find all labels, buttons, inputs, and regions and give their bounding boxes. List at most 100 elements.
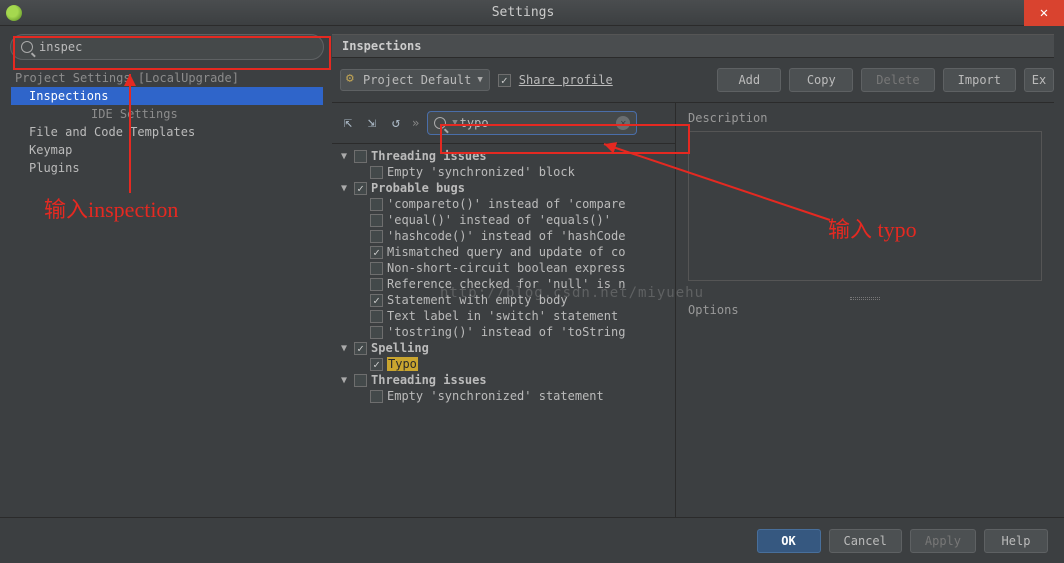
add-button[interactable]: Add	[717, 68, 781, 92]
inspection-label: Spelling	[371, 341, 429, 355]
inspection-label: Reference checked for 'null' is n	[387, 277, 625, 291]
inspection-row[interactable]: ▶Statement with empty body	[332, 292, 675, 308]
inspections-tree[interactable]: ▼ Threading issues▶Empty 'synchronized' b…	[332, 144, 675, 517]
inspection-label: 'hashcode()' instead of 'hashCode	[387, 229, 625, 243]
expand-arrow-icon[interactable]: ▼	[338, 151, 350, 162]
ok-button[interactable]: OK	[757, 529, 821, 553]
inspection-row[interactable]: ▶Mismatched query and update of co	[332, 244, 675, 260]
inspection-row[interactable]: ▼ Threading issues	[332, 148, 675, 164]
inspection-row[interactable]: ▶Typo	[332, 356, 675, 372]
app-icon	[6, 5, 22, 21]
inspection-checkbox[interactable]	[370, 310, 383, 323]
dialog-footer: OK Cancel Apply Help	[0, 517, 1064, 563]
expand-arrow-icon[interactable]: ▼	[338, 343, 350, 354]
sidebar-search[interactable]	[10, 34, 324, 60]
inspection-label: Threading issues	[371, 149, 487, 163]
inspection-label: 'equal()' instead of 'equals()'	[387, 213, 611, 227]
sidebar: Project Settings [LocalUpgrade] Inspecti…	[10, 34, 324, 517]
expand-arrow-icon[interactable]: ▼	[338, 183, 350, 194]
inspection-checkbox[interactable]	[370, 358, 383, 371]
main-body: ⇱ ⇲ ↺ » ▼ ✕ ▼Threading issues▶Empty 'syn…	[332, 103, 1054, 517]
inspection-checkbox[interactable]	[370, 278, 383, 291]
inspection-checkbox[interactable]	[370, 294, 383, 307]
search-icon	[21, 41, 33, 53]
reset-icon[interactable]: ↺	[388, 115, 404, 131]
details-panel: Description Options	[676, 103, 1054, 517]
inspection-row[interactable]: ▶Non-short-circuit boolean express	[332, 260, 675, 276]
inspection-label: Empty 'synchronized' block	[387, 165, 575, 179]
description-label: Description	[688, 111, 1042, 125]
inspection-label: Probable bugs	[371, 181, 465, 195]
tree-group-ide: IDE Settings	[11, 105, 323, 123]
apply-button[interactable]: Apply	[910, 529, 976, 553]
inspection-label: Empty 'synchronized' statement	[387, 389, 604, 403]
inspection-checkbox[interactable]	[370, 198, 383, 211]
delete-button[interactable]: Delete	[861, 68, 934, 92]
inspection-checkbox[interactable]	[354, 150, 367, 163]
copy-button[interactable]: Copy	[789, 68, 853, 92]
collapse-all-icon[interactable]: ⇲	[364, 115, 380, 131]
inspection-row[interactable]: ▶'compareto()' instead of 'compare	[332, 196, 675, 212]
import-button[interactable]: Import	[943, 68, 1016, 92]
search-icon	[434, 117, 446, 129]
inspection-row[interactable]: ▶Empty 'synchronized' statement	[332, 388, 675, 404]
share-checkbox[interactable]	[498, 74, 511, 87]
profile-selector[interactable]: Project Default ▼	[340, 69, 490, 91]
tree-group-header: Project Settings [LocalUpgrade]	[11, 69, 323, 87]
inspection-checkbox[interactable]	[370, 390, 383, 403]
inspection-row[interactable]: ▶Empty 'synchronized' block	[332, 164, 675, 180]
inspection-label: 'tostring()' instead of 'toString	[387, 325, 625, 339]
cancel-button[interactable]: Cancel	[829, 529, 902, 553]
inspection-row[interactable]: ▼Threading issues	[332, 372, 675, 388]
inspection-checkbox[interactable]	[370, 326, 383, 339]
inspection-checkbox[interactable]	[354, 374, 367, 387]
separator-icon: »	[412, 116, 419, 130]
tree-item-templates[interactable]: File and Code Templates	[11, 123, 323, 141]
clear-search-icon[interactable]: ✕	[616, 116, 630, 130]
tree-item-keymap[interactable]: Keymap	[11, 141, 323, 159]
export-button[interactable]: Ex	[1024, 68, 1054, 92]
inspection-search-input[interactable]	[460, 116, 617, 130]
inspection-label: Text label in 'switch' statement	[387, 309, 618, 323]
inspection-label: Statement with empty body	[387, 293, 568, 307]
window-close-button[interactable]: ✕	[1024, 0, 1064, 26]
settings-tree[interactable]: Project Settings [LocalUpgrade] Inspecti…	[10, 68, 324, 517]
filter-chevron-icon[interactable]: ▼	[452, 118, 457, 128]
tree-item-inspections[interactable]: Inspections	[11, 87, 323, 105]
tree-item-plugins[interactable]: Plugins	[11, 159, 323, 177]
inspection-row[interactable]: ▼ Spelling	[332, 340, 675, 356]
main-panel: Inspections Project Default ▼ Share prof…	[332, 34, 1054, 517]
inspections-toolbar: ⇱ ⇲ ↺ » ▼ ✕	[332, 103, 675, 144]
splitter[interactable]	[688, 295, 1042, 301]
expand-all-icon[interactable]: ⇱	[340, 115, 356, 131]
inspection-checkbox[interactable]	[370, 230, 383, 243]
help-button[interactable]: Help	[984, 529, 1048, 553]
inspection-checkbox[interactable]	[370, 166, 383, 179]
inspection-label: Non-short-circuit boolean express	[387, 261, 625, 275]
inspection-search[interactable]: ▼ ✕	[427, 111, 637, 135]
inspection-row[interactable]: ▶Text label in 'switch' statement	[332, 308, 675, 324]
options-label: Options	[688, 303, 1042, 317]
inspection-row[interactable]: ▼ Probable bugs	[332, 180, 675, 196]
inspection-row[interactable]: ▶'equal()' instead of 'equals()'	[332, 212, 675, 228]
inspection-checkbox[interactable]	[370, 246, 383, 259]
window-title: Settings	[22, 5, 1024, 20]
inspection-checkbox[interactable]	[354, 182, 367, 195]
inspection-label: Typo	[387, 357, 418, 371]
description-box	[688, 131, 1042, 281]
inspection-checkbox[interactable]	[370, 214, 383, 227]
inspection-checkbox[interactable]	[370, 262, 383, 275]
gear-icon	[347, 74, 359, 86]
inspection-row[interactable]: ▶'hashcode()' instead of 'hashCode	[332, 228, 675, 244]
content: Project Settings [LocalUpgrade] Inspecti…	[0, 26, 1064, 517]
sidebar-search-input[interactable]	[39, 40, 313, 54]
inspection-checkbox[interactable]	[354, 342, 367, 355]
inspection-label: 'compareto()' instead of 'compare	[387, 197, 625, 211]
profile-toolbar: Project Default ▼ Share profile Add Copy…	[332, 58, 1054, 103]
titlebar: Settings ✕	[0, 0, 1064, 26]
inspection-row[interactable]: ▶Reference checked for 'null' is n	[332, 276, 675, 292]
share-profile-label[interactable]: Share profile	[519, 73, 613, 87]
expand-arrow-icon[interactable]: ▼	[338, 375, 350, 386]
inspection-row[interactable]: ▶'tostring()' instead of 'toString	[332, 324, 675, 340]
chevron-down-icon: ▼	[477, 75, 482, 85]
